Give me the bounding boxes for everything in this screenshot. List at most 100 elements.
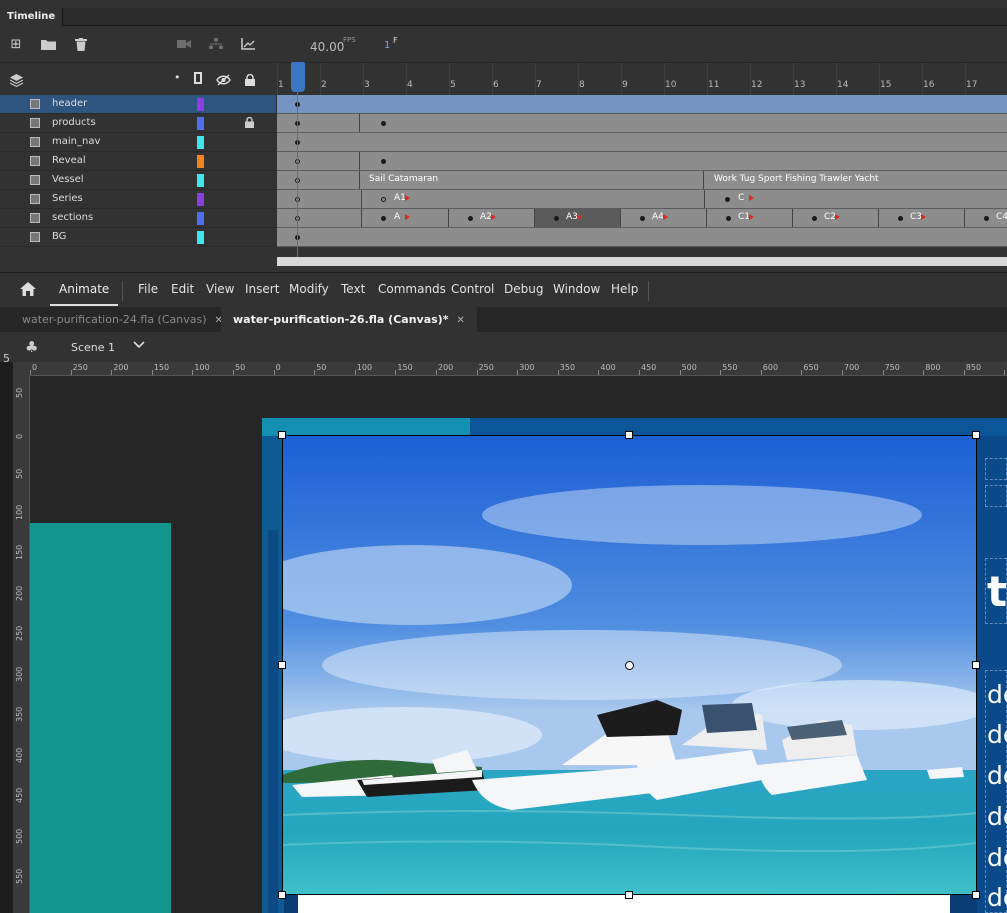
keyframe[interactable]	[381, 216, 386, 221]
frame-row-main-nav[interactable]	[277, 133, 1007, 152]
layer-name[interactable]: Reveal	[52, 155, 86, 166]
keyframe[interactable]	[984, 216, 989, 221]
layer-row-vessel[interactable]: Vessel	[0, 171, 276, 190]
lock-icon[interactable]	[245, 116, 254, 131]
timeline-scrollbar[interactable]	[277, 257, 1007, 266]
keyframe[interactable]	[725, 197, 730, 202]
transform-handle[interactable]	[972, 661, 980, 669]
menu-window[interactable]: Window	[553, 282, 600, 296]
timeline-tab[interactable]: Timeline	[0, 8, 64, 26]
layer-color-swatch[interactable]	[197, 212, 204, 225]
delete-layer-icon[interactable]	[73, 36, 89, 52]
keyframe[interactable]	[640, 216, 645, 221]
keyframe[interactable]	[812, 216, 817, 221]
frame-row-sections[interactable]: A A2 A3 A4 C1 C2 C3 C4	[277, 209, 1007, 228]
transform-handle[interactable]	[625, 891, 633, 899]
keyframe[interactable]	[726, 216, 731, 221]
outline-toggle-icon[interactable]	[194, 72, 202, 84]
frame-row-products[interactable]	[277, 114, 1007, 133]
menu-text[interactable]: Text	[341, 282, 365, 296]
workspace-animate[interactable]: Animate	[50, 279, 119, 306]
transform-handle[interactable]	[278, 661, 286, 669]
show-all-layers-icon[interactable]: •	[174, 71, 181, 84]
transform-handle[interactable]	[625, 431, 633, 439]
menu-edit[interactable]: Edit	[171, 282, 194, 296]
stage-headline-text[interactable]: t	[987, 567, 1007, 616]
keyframe[interactable]	[381, 159, 386, 164]
layer-name[interactable]: products	[52, 117, 96, 128]
new-folder-icon[interactable]	[40, 36, 56, 52]
frame-row-series[interactable]: A1 C	[277, 190, 1007, 209]
layer-parenting-icon[interactable]	[208, 36, 224, 52]
text-box-outline[interactable]	[985, 485, 1007, 507]
ruler-label: 600	[762, 363, 779, 372]
transform-handle[interactable]	[278, 431, 286, 439]
offstage-teal-shape[interactable]	[30, 523, 171, 913]
layer-name[interactable]: BG	[52, 231, 66, 242]
layer-name[interactable]: Vessel	[52, 174, 84, 185]
empty-keyframe[interactable]	[381, 197, 386, 202]
scene-icon[interactable]: ♣	[25, 338, 38, 356]
layer-row-main-nav[interactable]: main_nav	[0, 133, 276, 152]
layer-row-series[interactable]: Series	[0, 190, 276, 209]
menu-control[interactable]: Control	[451, 282, 494, 296]
layer-name[interactable]: sections	[52, 212, 93, 223]
layer-row-products[interactable]: products	[0, 114, 276, 133]
menu-commands[interactable]: Commands	[378, 282, 446, 296]
frame-row-vessel[interactable]: Sail Catamaran Work Tug Sport Fishing Tr…	[277, 171, 1007, 190]
chevron-down-icon[interactable]	[133, 338, 145, 352]
doc-tab-active[interactable]: water-purification-26.fla (Canvas)* ✕	[221, 307, 477, 332]
layer-name[interactable]: header	[52, 98, 87, 109]
menu-insert[interactable]: Insert	[245, 282, 279, 296]
text-box-outline[interactable]	[985, 458, 1007, 480]
layer-color-swatch[interactable]	[197, 117, 204, 130]
stage-top-bar-right[interactable]	[470, 418, 1007, 436]
layer-color-swatch[interactable]	[197, 155, 204, 168]
fps-value[interactable]: 40.00	[310, 40, 344, 54]
stage-white-panel[interactable]	[298, 895, 950, 913]
transform-handle[interactable]	[972, 431, 980, 439]
transform-handle[interactable]	[278, 891, 286, 899]
layer-color-swatch[interactable]	[197, 98, 204, 111]
menu-debug[interactable]: Debug	[504, 282, 543, 296]
frame-row-bg[interactable]	[277, 228, 1007, 247]
layer-row-header[interactable]: header	[0, 95, 276, 114]
scene-label[interactable]: Scene 1	[71, 341, 115, 354]
hide-all-layers-icon[interactable]	[216, 71, 231, 90]
keyframe[interactable]	[381, 121, 386, 126]
doc-tab-inactive[interactable]: water-purification-24.fla (Canvas) ✕	[10, 307, 235, 332]
horizontal-ruler[interactable]: 0 250 200 150 100 50 0 50 100 150 200 250 300 350 400 4…	[30, 362, 1007, 376]
menu-view[interactable]: View	[206, 282, 234, 296]
layer-row-reveal[interactable]: Reveal	[0, 152, 276, 171]
frame-row-reveal[interactable]	[277, 152, 1007, 171]
layer-name[interactable]: main_nav	[52, 136, 100, 147]
layer-row-bg[interactable]: BG	[0, 228, 276, 247]
keyframe[interactable]	[898, 216, 903, 221]
transform-center-point[interactable]	[625, 661, 634, 670]
keyframe[interactable]	[468, 216, 473, 221]
layer-name[interactable]: Series	[52, 193, 83, 204]
stage-top-bar-left[interactable]	[262, 418, 470, 436]
layer-color-swatch[interactable]	[197, 136, 204, 149]
close-icon[interactable]: ✕	[456, 315, 464, 326]
current-frame-value[interactable]: 1	[384, 40, 390, 51]
layer-color-swatch[interactable]	[197, 231, 204, 244]
layer-color-swatch[interactable]	[197, 174, 204, 187]
camera-icon[interactable]	[176, 36, 192, 52]
frame-ruler[interactable]: 1 2 3 4 5 6 7 8 9 10 11 12 13 14 15 16 17	[277, 62, 1007, 96]
keyframe[interactable]	[554, 216, 559, 221]
playhead-handle[interactable]	[291, 62, 305, 92]
frame-row-header[interactable]	[277, 95, 1007, 114]
home-icon[interactable]	[20, 281, 36, 300]
menu-help[interactable]: Help	[611, 282, 638, 296]
layer-row-sections[interactable]: sections	[0, 209, 276, 228]
layer-color-swatch[interactable]	[197, 193, 204, 206]
new-layer-icon[interactable]: ⊞	[8, 36, 24, 52]
transform-handle[interactable]	[972, 891, 980, 899]
lock-all-layers-icon[interactable]	[245, 71, 255, 90]
menu-modify[interactable]: Modify	[289, 282, 329, 296]
vertical-ruler[interactable]: 50 0 50 100 150 200 250 300 350 400 450 500 550	[13, 376, 30, 913]
frame-number: 16	[923, 80, 935, 90]
graph-icon[interactable]	[240, 36, 256, 52]
menu-file[interactable]: File	[138, 282, 158, 296]
